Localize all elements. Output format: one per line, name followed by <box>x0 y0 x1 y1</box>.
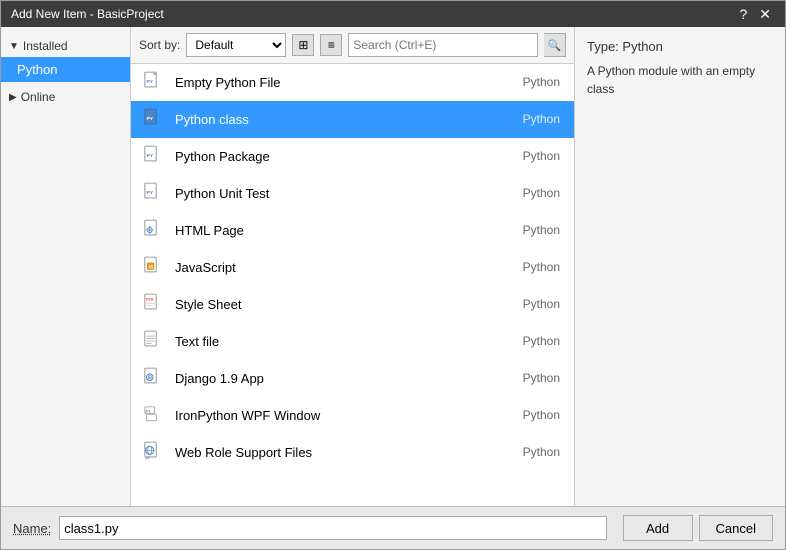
name-label: Name: <box>13 521 51 536</box>
list-item[interactable]: CSS Style Sheet Python <box>131 286 574 323</box>
item-icon-html-page <box>141 218 165 242</box>
title-bar: Add New Item - BasicProject ? ✕ <box>1 1 785 27</box>
online-label: Online <box>21 90 56 104</box>
item-category-ironpython-wpf: Python <box>523 408 560 422</box>
installed-section: ▼ Installed <box>1 35 130 57</box>
cancel-button[interactable]: Cancel <box>699 515 773 541</box>
item-name-web-role: Web Role Support Files <box>175 445 513 460</box>
item-name-html-page: HTML Page <box>175 223 513 238</box>
center-panel: Sort by: Default Name Type ⊞ ≡ 🔍 <box>131 27 575 506</box>
item-name-javascript: JavaScript <box>175 260 513 275</box>
installed-label: Installed <box>23 39 68 53</box>
dialog-body: ▼ Installed Python ▶ Online Sort by: Def… <box>1 27 785 506</box>
item-name-text-file: Text file <box>175 334 513 349</box>
close-button[interactable]: ✕ <box>755 7 775 21</box>
left-panel: ▼ Installed Python ▶ Online <box>1 27 131 506</box>
add-new-item-dialog: Add New Item - BasicProject ? ✕ ▼ Instal… <box>0 0 786 550</box>
center-toolbar: Sort by: Default Name Type ⊞ ≡ 🔍 <box>131 27 574 64</box>
online-triangle: ▶ <box>9 92 17 103</box>
name-input[interactable] <box>59 516 606 540</box>
svg-text:JS: JS <box>148 265 153 270</box>
item-icon-python-package: PY <box>141 144 165 168</box>
item-category-text-file: Python <box>523 334 560 348</box>
action-buttons: Add Cancel <box>623 515 773 541</box>
item-name-python-unit-test: Python Unit Test <box>175 186 513 201</box>
type-prefix: Type: <box>587 39 619 54</box>
item-icon-python-unit-test: PY <box>141 181 165 205</box>
item-name-django-app: Django 1.9 App <box>175 371 513 386</box>
item-name-python-package: Python Package <box>175 149 513 164</box>
sortby-select[interactable]: Default Name Type <box>186 33 286 57</box>
search-icon-button[interactable]: 🔍 <box>544 33 566 57</box>
list-view-button[interactable]: ≡ <box>320 34 342 56</box>
item-name-ironpython-wpf: IronPython WPF Window <box>175 408 513 423</box>
right-panel: Type: Python A Python module with an emp… <box>575 27 785 506</box>
item-icon-python-class: PY <box>141 107 165 131</box>
item-icon-empty-python: PY <box>141 70 165 94</box>
type-value: Python <box>622 39 662 54</box>
item-name-style-sheet: Style Sheet <box>175 297 513 312</box>
online-section[interactable]: ▶ Online <box>1 86 130 108</box>
add-button[interactable]: Add <box>623 515 693 541</box>
item-category-django-app: Python <box>523 371 560 385</box>
items-list: PY Empty Python File Python PY Python cl… <box>131 64 574 506</box>
item-category-style-sheet: Python <box>523 297 560 311</box>
svg-text:CSS: CSS <box>146 298 154 302</box>
list-item[interactable]: PY Python Package Python <box>131 138 574 175</box>
list-item[interactable]: PY Web Role Support Files Python <box>131 434 574 471</box>
item-icon-text-file <box>141 329 165 353</box>
list-item[interactable]: Text file Python <box>131 323 574 360</box>
svg-text:PY: PY <box>146 190 153 196</box>
type-description: A Python module with an empty class <box>587 62 773 98</box>
item-category-html-page: Python <box>523 223 560 237</box>
window-title: Add New Item - BasicProject <box>11 7 164 21</box>
item-category-web-role: Python <box>523 445 560 459</box>
item-icon-style-sheet: CSS <box>141 292 165 316</box>
item-icon-javascript: JS <box>141 255 165 279</box>
title-bar-buttons: ? ✕ <box>735 7 775 21</box>
item-category-python-package: Python <box>523 149 560 163</box>
item-name-python-class: Python class <box>175 112 513 127</box>
search-input[interactable] <box>348 33 538 57</box>
item-category-javascript: Python <box>523 260 560 274</box>
sortby-label: Sort by: <box>139 38 180 52</box>
grid-view-button[interactable]: ⊞ <box>292 34 314 56</box>
type-label: Type: Python <box>587 39 773 54</box>
svg-text:PY: PY <box>146 79 153 85</box>
item-icon-django-app <box>141 366 165 390</box>
item-category-python-class: Python <box>523 112 560 126</box>
collapse-triangle: ▼ <box>9 41 19 52</box>
list-item[interactable]: PY IronPython WPF Window Python <box>131 397 574 434</box>
item-name-empty-python: Empty Python File <box>175 75 513 90</box>
list-item[interactable]: HTML Page Python <box>131 212 574 249</box>
bottom-bar: Name: Add Cancel <box>1 506 785 549</box>
list-item[interactable]: PY Python Unit Test Python <box>131 175 574 212</box>
list-item[interactable]: PY Python class Python <box>131 101 574 138</box>
svg-text:PY: PY <box>146 116 153 122</box>
svg-text:PY: PY <box>146 410 151 414</box>
item-icon-web-role: PY <box>141 440 165 464</box>
list-item[interactable]: Django 1.9 App Python <box>131 360 574 397</box>
list-item[interactable]: JS JavaScript Python <box>131 249 574 286</box>
item-icon-ironpython-wpf: PY <box>141 403 165 427</box>
svg-text:PY: PY <box>146 153 153 159</box>
item-category-empty-python: Python <box>523 75 560 89</box>
sidebar-item-python[interactable]: Python <box>1 57 130 82</box>
item-category-python-unit-test: Python <box>523 186 560 200</box>
list-item[interactable]: PY Empty Python File Python <box>131 64 574 101</box>
help-button[interactable]: ? <box>735 7 751 21</box>
